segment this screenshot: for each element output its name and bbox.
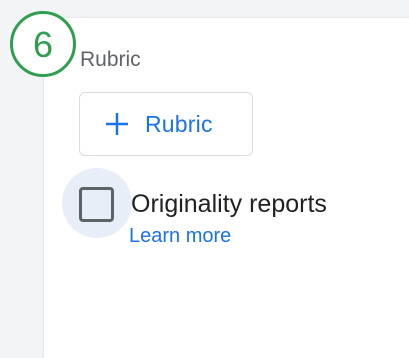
- plus-icon: [106, 113, 128, 135]
- step-number: 6: [32, 23, 54, 65]
- learn-more-link[interactable]: Learn more: [129, 225, 231, 248]
- add-rubric-button-label: Rubric: [145, 110, 213, 137]
- step-number-badge: 6: [10, 11, 76, 77]
- originality-reports-label: Originality reports: [131, 190, 327, 218]
- originality-reports-checkbox[interactable]: [79, 187, 114, 222]
- add-rubric-button[interactable]: Rubric: [79, 92, 253, 156]
- rubric-section-title: Rubric: [80, 48, 141, 71]
